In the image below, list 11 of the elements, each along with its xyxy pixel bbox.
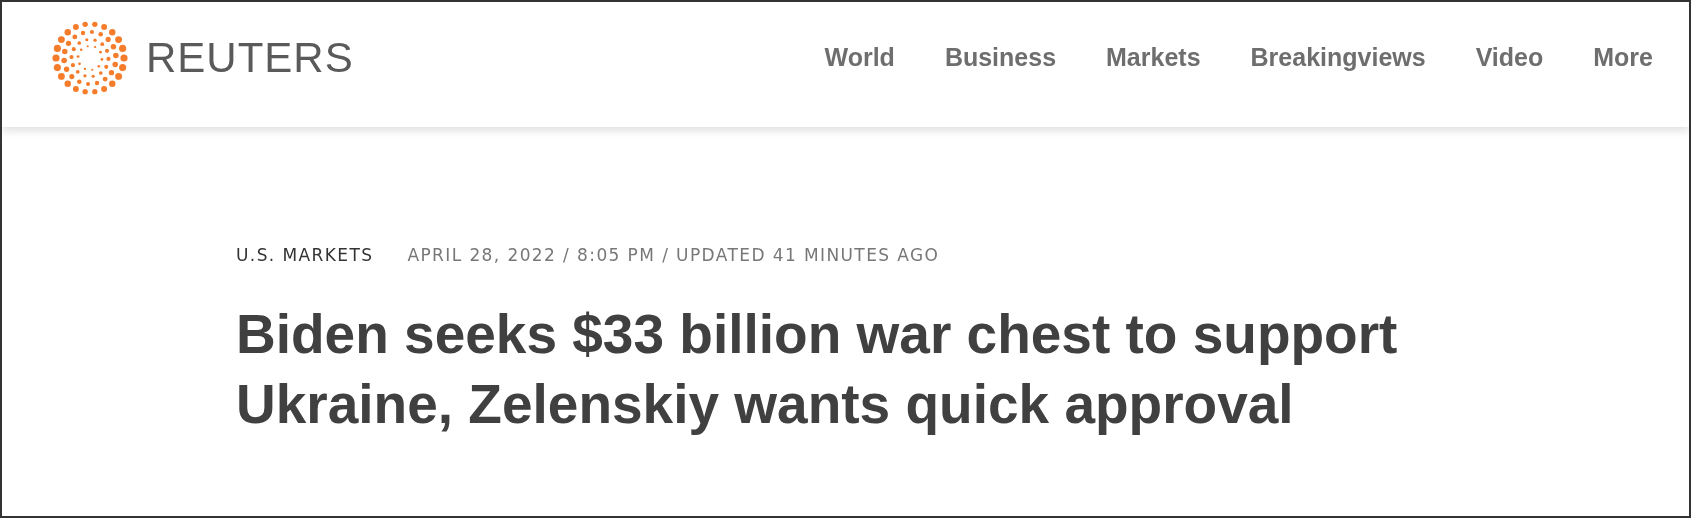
category-link[interactable]: U.S. MARKETS — [236, 245, 374, 265]
nav-link[interactable]: World — [824, 43, 895, 72]
logo-wordmark: REUTERS — [146, 33, 354, 82]
nav-link[interactable]: Markets — [1106, 43, 1201, 72]
dateline: APRIL 28, 2022 / 8:05 PM / UPDATED 41 MINUTES AGO — [407, 245, 940, 265]
dotted-circle-logo-icon — [52, 19, 128, 96]
nav-link[interactable]: Breakingviews — [1250, 43, 1426, 72]
nav-link[interactable]: More — [1593, 43, 1653, 72]
nav-link[interactable]: Business — [944, 43, 1057, 72]
article-headline: Biden seeks $33 billion war chest to support Ukraine, Zelenskiy wants quick approval — [236, 302, 1399, 437]
nav-link[interactable]: Video — [1475, 43, 1544, 72]
